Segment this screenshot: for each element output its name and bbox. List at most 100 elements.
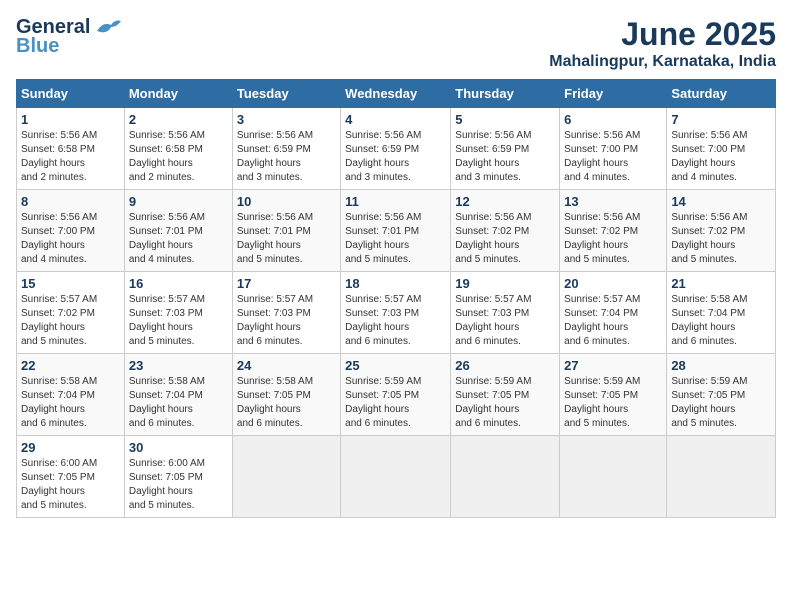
day-number: 8 — [21, 194, 120, 209]
day-number: 21 — [671, 276, 771, 291]
calendar-week-row: 22 Sunrise: 5:58 AM Sunset: 7:04 PM Dayl… — [17, 354, 776, 436]
table-row: 8 Sunrise: 5:56 AM Sunset: 7:00 PM Dayli… — [17, 190, 125, 272]
table-row: 21 Sunrise: 5:58 AM Sunset: 7:04 PM Dayl… — [667, 272, 776, 354]
header-monday: Monday — [124, 80, 232, 108]
day-number: 19 — [455, 276, 555, 291]
table-row: 2 Sunrise: 5:56 AM Sunset: 6:58 PM Dayli… — [124, 108, 232, 190]
day-number: 14 — [671, 194, 771, 209]
day-number: 7 — [671, 112, 771, 127]
day-info: Sunrise: 5:58 AM Sunset: 7:04 PM Dayligh… — [671, 293, 771, 349]
day-info: Sunrise: 5:56 AM Sunset: 6:59 PM Dayligh… — [455, 129, 555, 185]
day-info: Sunrise: 5:56 AM Sunset: 7:00 PM Dayligh… — [21, 211, 120, 267]
day-info: Sunrise: 5:58 AM Sunset: 7:04 PM Dayligh… — [129, 375, 228, 431]
day-info: Sunrise: 5:56 AM Sunset: 7:00 PM Dayligh… — [564, 129, 662, 185]
table-row: 12 Sunrise: 5:56 AM Sunset: 7:02 PM Dayl… — [451, 190, 560, 272]
table-row: 18 Sunrise: 5:57 AM Sunset: 7:03 PM Dayl… — [341, 272, 451, 354]
table-row: 17 Sunrise: 5:57 AM Sunset: 7:03 PM Dayl… — [232, 272, 340, 354]
logo-blue: Blue — [16, 35, 59, 58]
calendar-week-row: 15 Sunrise: 5:57 AM Sunset: 7:02 PM Dayl… — [17, 272, 776, 354]
day-info: Sunrise: 5:59 AM Sunset: 7:05 PM Dayligh… — [564, 375, 662, 431]
header-thursday: Thursday — [451, 80, 560, 108]
day-number: 28 — [671, 358, 771, 373]
day-number: 5 — [455, 112, 555, 127]
logo-bird-icon — [95, 17, 121, 37]
table-row: 11 Sunrise: 5:56 AM Sunset: 7:01 PM Dayl… — [341, 190, 451, 272]
day-number: 10 — [237, 194, 336, 209]
header-friday: Friday — [560, 80, 667, 108]
table-row — [451, 436, 560, 518]
header-saturday: Saturday — [667, 80, 776, 108]
table-row: 10 Sunrise: 5:56 AM Sunset: 7:01 PM Dayl… — [232, 190, 340, 272]
header: General Blue June 2025 Mahalingpur, Karn… — [16, 16, 776, 71]
header-tuesday: Tuesday — [232, 80, 340, 108]
weekday-header-row: Sunday Monday Tuesday Wednesday Thursday… — [17, 80, 776, 108]
day-info: Sunrise: 5:56 AM Sunset: 7:00 PM Dayligh… — [671, 129, 771, 185]
table-row: 25 Sunrise: 5:59 AM Sunset: 7:05 PM Dayl… — [341, 354, 451, 436]
day-info: Sunrise: 5:59 AM Sunset: 7:05 PM Dayligh… — [671, 375, 771, 431]
day-info: Sunrise: 6:00 AM Sunset: 7:05 PM Dayligh… — [21, 457, 120, 513]
table-row: 24 Sunrise: 5:58 AM Sunset: 7:05 PM Dayl… — [232, 354, 340, 436]
day-number: 12 — [455, 194, 555, 209]
table-row: 30 Sunrise: 6:00 AM Sunset: 7:05 PM Dayl… — [124, 436, 232, 518]
day-number: 18 — [345, 276, 446, 291]
calendar-week-row: 29 Sunrise: 6:00 AM Sunset: 7:05 PM Dayl… — [17, 436, 776, 518]
day-number: 4 — [345, 112, 446, 127]
day-info: Sunrise: 5:57 AM Sunset: 7:03 PM Dayligh… — [237, 293, 336, 349]
day-info: Sunrise: 5:58 AM Sunset: 7:05 PM Dayligh… — [237, 375, 336, 431]
day-info: Sunrise: 5:57 AM Sunset: 7:03 PM Dayligh… — [455, 293, 555, 349]
table-row: 7 Sunrise: 5:56 AM Sunset: 7:00 PM Dayli… — [667, 108, 776, 190]
table-row: 5 Sunrise: 5:56 AM Sunset: 6:59 PM Dayli… — [451, 108, 560, 190]
day-info: Sunrise: 5:56 AM Sunset: 7:01 PM Dayligh… — [345, 211, 446, 267]
day-info: Sunrise: 5:56 AM Sunset: 7:02 PM Dayligh… — [671, 211, 771, 267]
day-info: Sunrise: 5:58 AM Sunset: 7:04 PM Dayligh… — [21, 375, 120, 431]
table-row — [667, 436, 776, 518]
calendar-week-row: 8 Sunrise: 5:56 AM Sunset: 7:00 PM Dayli… — [17, 190, 776, 272]
day-info: Sunrise: 5:56 AM Sunset: 7:02 PM Dayligh… — [455, 211, 555, 267]
logo: General Blue — [16, 16, 121, 58]
day-number: 11 — [345, 194, 446, 209]
day-number: 26 — [455, 358, 555, 373]
table-row: 13 Sunrise: 5:56 AM Sunset: 7:02 PM Dayl… — [560, 190, 667, 272]
table-row: 27 Sunrise: 5:59 AM Sunset: 7:05 PM Dayl… — [560, 354, 667, 436]
day-number: 29 — [21, 440, 120, 455]
table-row: 20 Sunrise: 5:57 AM Sunset: 7:04 PM Dayl… — [560, 272, 667, 354]
calendar-table: Sunday Monday Tuesday Wednesday Thursday… — [16, 79, 776, 518]
day-info: Sunrise: 5:59 AM Sunset: 7:05 PM Dayligh… — [345, 375, 446, 431]
day-number: 17 — [237, 276, 336, 291]
calendar-week-row: 1 Sunrise: 5:56 AM Sunset: 6:58 PM Dayli… — [17, 108, 776, 190]
day-number: 20 — [564, 276, 662, 291]
table-row: 28 Sunrise: 5:59 AM Sunset: 7:05 PM Dayl… — [667, 354, 776, 436]
day-number: 15 — [21, 276, 120, 291]
month-title: June 2025 — [549, 16, 776, 53]
table-row: 14 Sunrise: 5:56 AM Sunset: 7:02 PM Dayl… — [667, 190, 776, 272]
day-info: Sunrise: 5:59 AM Sunset: 7:05 PM Dayligh… — [455, 375, 555, 431]
day-number: 13 — [564, 194, 662, 209]
table-row: 23 Sunrise: 5:58 AM Sunset: 7:04 PM Dayl… — [124, 354, 232, 436]
table-row: 4 Sunrise: 5:56 AM Sunset: 6:59 PM Dayli… — [341, 108, 451, 190]
table-row: 19 Sunrise: 5:57 AM Sunset: 7:03 PM Dayl… — [451, 272, 560, 354]
day-number: 3 — [237, 112, 336, 127]
day-info: Sunrise: 5:56 AM Sunset: 7:02 PM Dayligh… — [564, 211, 662, 267]
day-info: Sunrise: 5:56 AM Sunset: 6:58 PM Dayligh… — [21, 129, 120, 185]
day-info: Sunrise: 5:57 AM Sunset: 7:04 PM Dayligh… — [564, 293, 662, 349]
day-number: 6 — [564, 112, 662, 127]
day-number: 9 — [129, 194, 228, 209]
day-number: 24 — [237, 358, 336, 373]
day-info: Sunrise: 5:56 AM Sunset: 6:59 PM Dayligh… — [345, 129, 446, 185]
table-row — [232, 436, 340, 518]
day-number: 25 — [345, 358, 446, 373]
title-area: June 2025 Mahalingpur, Karnataka, India — [549, 16, 776, 71]
location-title: Mahalingpur, Karnataka, India — [549, 53, 776, 71]
day-info: Sunrise: 6:00 AM Sunset: 7:05 PM Dayligh… — [129, 457, 228, 513]
day-info: Sunrise: 5:57 AM Sunset: 7:02 PM Dayligh… — [21, 293, 120, 349]
table-row: 6 Sunrise: 5:56 AM Sunset: 7:00 PM Dayli… — [560, 108, 667, 190]
table-row: 16 Sunrise: 5:57 AM Sunset: 7:03 PM Dayl… — [124, 272, 232, 354]
table-row: 22 Sunrise: 5:58 AM Sunset: 7:04 PM Dayl… — [17, 354, 125, 436]
day-info: Sunrise: 5:56 AM Sunset: 6:58 PM Dayligh… — [129, 129, 228, 185]
day-number: 30 — [129, 440, 228, 455]
day-info: Sunrise: 5:56 AM Sunset: 6:59 PM Dayligh… — [237, 129, 336, 185]
table-row: 29 Sunrise: 6:00 AM Sunset: 7:05 PM Dayl… — [17, 436, 125, 518]
day-number: 22 — [21, 358, 120, 373]
day-info: Sunrise: 5:57 AM Sunset: 7:03 PM Dayligh… — [129, 293, 228, 349]
day-number: 23 — [129, 358, 228, 373]
